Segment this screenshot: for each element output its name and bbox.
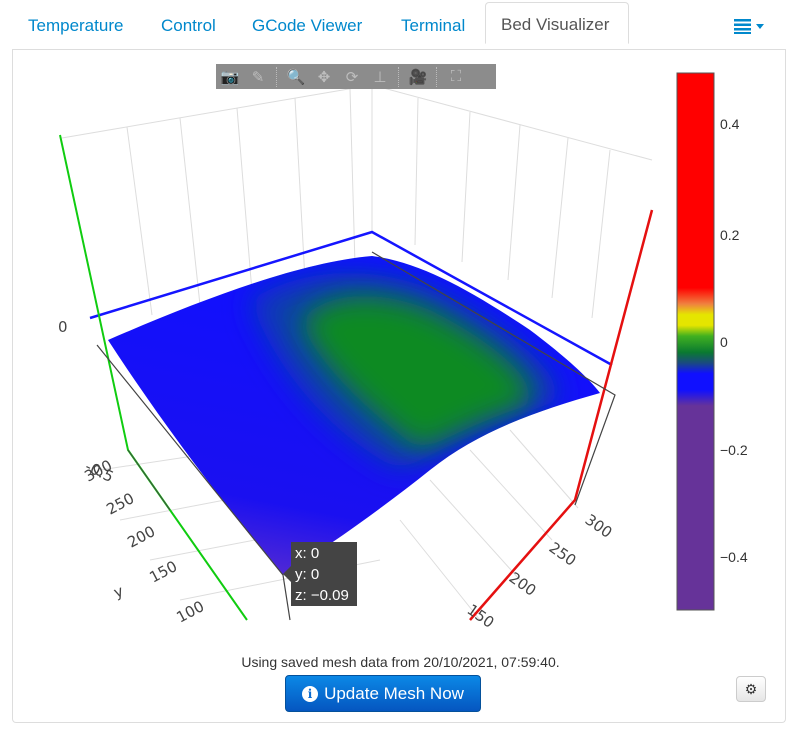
mesh-status-text: Using saved mesh data from 20/10/2021, 0… — [241, 654, 560, 670]
colorbar-tick: −0.4 — [720, 549, 748, 565]
y-tick-250: 250 — [103, 489, 137, 518]
update-mesh-button[interactable]: i Update Mesh Now — [285, 675, 481, 712]
colorbar-gradient — [676, 72, 715, 611]
reset-camera-icon[interactable]: 🎥 — [404, 64, 432, 89]
turntable-icon[interactable]: ⊥ — [366, 64, 394, 89]
x-tick-250: 250 — [546, 539, 580, 570]
colorbar-tick: −0.2 — [720, 442, 748, 458]
hover-tooltip: x: 0 y: 0 z: −0.09 — [283, 542, 357, 606]
y-axis-title: y — [111, 582, 126, 602]
info-icon: i — [302, 685, 319, 702]
hover-z: z: −0.09 — [295, 587, 349, 604]
z-tick-0: 0 — [58, 318, 68, 336]
zoom-icon[interactable]: 🔍 — [282, 64, 310, 89]
plot-modebar: 📷 ✎ 🔍 ✥ ⟳ ⊥ 🎥 ⛶ — [216, 64, 496, 89]
y-tick-100: 100 — [173, 597, 207, 626]
autoscale-icon[interactable]: ⛶ — [442, 64, 470, 89]
update-mesh-label: Update Mesh Now — [324, 683, 464, 703]
gear-icon: ⚙ — [744, 680, 758, 697]
colorbar-tick: 0.4 — [720, 116, 740, 132]
orbit-icon[interactable]: ⟳ — [338, 64, 366, 89]
y-tick-150: 150 — [146, 557, 180, 586]
hover-y: y: 0 — [295, 566, 320, 583]
camera-icon[interactable]: 📷 — [216, 64, 244, 89]
settings-button[interactable]: ⚙ — [736, 676, 766, 702]
x-tick-300: 300 — [582, 511, 616, 542]
colorbar-tick: 0.2 — [720, 227, 740, 243]
colorbar-tick: 0 — [720, 334, 728, 350]
pencil-icon[interactable]: ✎ — [244, 64, 272, 89]
colorbar — [676, 72, 715, 611]
hover-x: x: 0 — [295, 545, 320, 562]
y-tick-200: 200 — [124, 522, 158, 551]
pan-icon[interactable]: ✥ — [310, 64, 338, 89]
mesh-surface-plot[interactable]: 0 -0.5 300 250 200 150 100 y 300 250 200… — [0, 0, 801, 742]
